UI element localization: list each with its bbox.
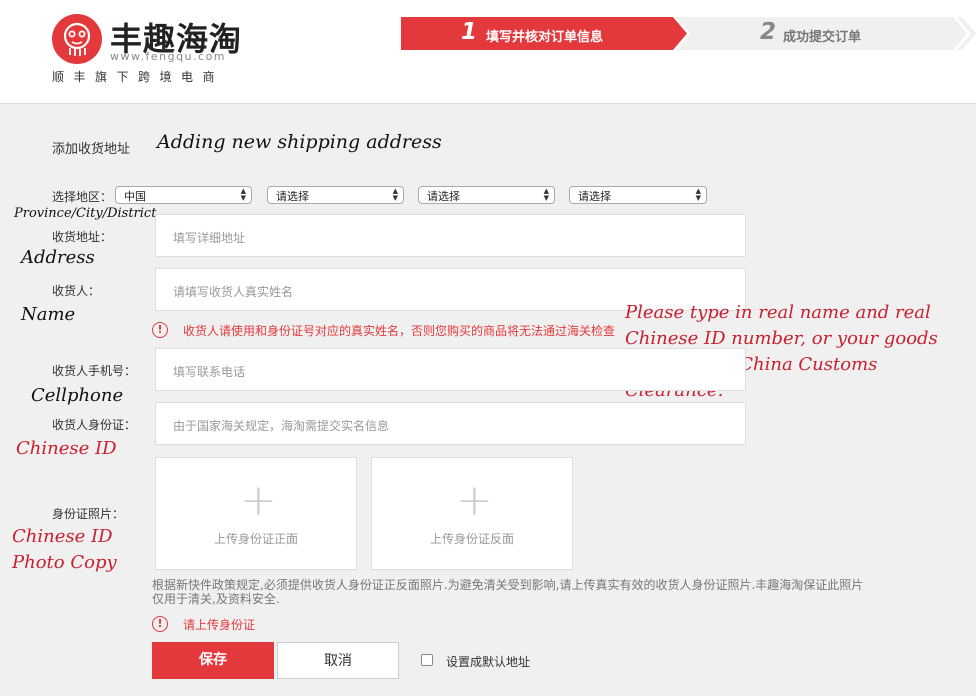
phone-label: 收货人手机号： (52, 364, 137, 378)
country-select-value: 中国 (124, 190, 146, 203)
province-select[interactable]: 请选择 ▲ ▼ (267, 186, 404, 204)
id-number-label: 收货人身份证： (52, 418, 137, 432)
upload-id-back-label: 上传身份证反面 (429, 532, 514, 546)
form-title: 添加收货地址 (52, 142, 131, 157)
step-2-number: 2 (760, 19, 777, 45)
id-photo-annotation-2: Photo Copy (12, 552, 117, 573)
site-header: 丰趣海淘 www.fengqu.com 顺丰旗下跨境电商 1 填写并核对订单信息… (0, 0, 976, 104)
address-label: 收货地址： (52, 230, 113, 244)
id-photo-annotation-1: Chinese ID (12, 526, 113, 547)
region-annotation: Province/City/District (14, 206, 157, 221)
save-button[interactable]: 保存 (152, 642, 274, 679)
upload-id-front[interactable]: + 上传身份证正面 (155, 457, 357, 570)
region-label: 选择地区： (52, 190, 113, 204)
address-annotation: Address (21, 247, 95, 268)
province-select-value: 请选择 (276, 190, 309, 203)
phone-annotation: Cellphone (31, 385, 124, 406)
warning-icon: ! (152, 322, 168, 338)
warning-icon: ! (152, 616, 168, 632)
district-select[interactable]: 请选择 ▲ ▼ (569, 186, 707, 204)
name-label: 收货人： (52, 284, 101, 298)
step-1-fill-order: 1 填写并核对订单信息 (401, 17, 687, 50)
city-select-value: 请选择 (427, 190, 460, 203)
id-number-input[interactable]: 由于国家海关规定，海淘需提交实名信息 (155, 402, 746, 445)
upload-id-back[interactable]: + 上传身份证反面 (371, 457, 573, 570)
country-select[interactable]: 中国 ▲ ▼ (115, 186, 252, 204)
address-input[interactable]: 填写详细地址 (155, 214, 746, 257)
select-arrows-icon: ▲ ▼ (695, 187, 701, 202)
cancel-button[interactable]: 取消 (277, 642, 399, 679)
plus-icon: + (456, 475, 493, 526)
id-number-annotation: Chinese ID (16, 438, 117, 459)
city-select[interactable]: 请选择 ▲ ▼ (418, 186, 555, 204)
default-address-label[interactable]: 设置成默认地址 (446, 653, 530, 670)
step-2-label: 成功提交订单 (783, 30, 862, 45)
select-arrows-icon: ▲ ▼ (240, 187, 246, 202)
step-1-label: 填写并核对订单信息 (486, 30, 604, 45)
id-photo-note: 根据新快件政策规定,必须提供收货人身份证正反面照片.为避免清关受到影响,请上传真… (152, 578, 864, 606)
form-title-annotation: Adding new shipping address (157, 131, 442, 153)
select-arrows-icon: ▲ ▼ (392, 187, 398, 202)
step-2-submit-order: 2 成功提交订单 (676, 17, 976, 50)
brand-tagline: 顺丰旗下跨境电商 (52, 70, 225, 84)
phone-input[interactable]: 填写联系电话 (155, 348, 746, 391)
id-photo-label: 身份证照片： (52, 507, 125, 521)
district-select-value: 请选择 (578, 190, 611, 203)
step-1-number: 1 (461, 19, 478, 45)
default-address-checkbox[interactable] (421, 654, 433, 666)
select-arrows-icon: ▲ ▼ (543, 187, 549, 202)
name-annotation: Name (21, 304, 76, 325)
name-warning: 收货人请使用和身份证号对应的真实姓名，否则您购买的商品将无法通过海关检查 (183, 324, 616, 338)
brand-url: www.fengqu.com (110, 50, 227, 63)
plus-icon: + (240, 475, 277, 526)
upload-warning: 请上传身份证 (183, 618, 256, 632)
logo-icon[interactable] (52, 14, 102, 64)
upload-id-front-label: 上传身份证正面 (213, 532, 298, 546)
